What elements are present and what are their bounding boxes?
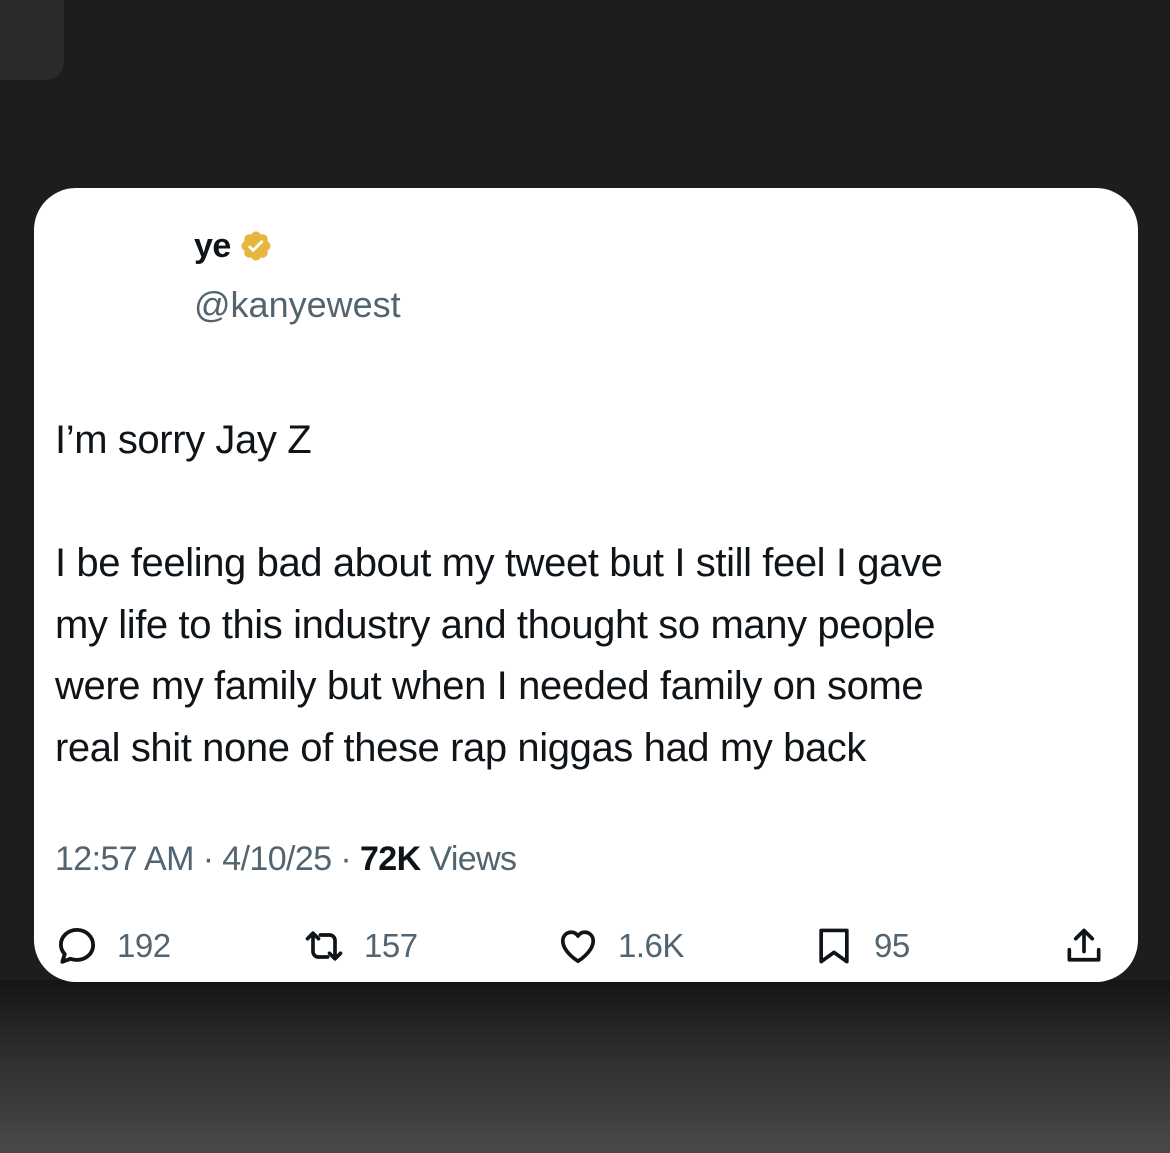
like-count: 1.6K — [618, 927, 684, 964]
share-upload-icon — [1067, 928, 1101, 962]
display-name[interactable]: ye — [194, 226, 231, 266]
tweet-action-bar: 192 157 1.6K 95 — [34, 923, 1138, 969]
bookmark-count: 95 — [874, 927, 910, 964]
like-button[interactable]: 1.6K — [556, 923, 684, 969]
meta-separator: · — [193, 840, 223, 878]
bookmark-button[interactable]: 95 — [812, 923, 910, 969]
background-gradient — [0, 980, 1170, 1153]
author-name-row: ye — [194, 226, 273, 266]
tweet-paragraph: I be feeling bad about my tweet but I st… — [55, 541, 943, 770]
tweet-date[interactable]: 4/10/25 — [222, 840, 332, 878]
tweet-time[interactable]: 12:57 AM — [55, 840, 194, 878]
share-button[interactable] — [1062, 923, 1106, 969]
reply-bubble-icon — [58, 927, 96, 964]
tweet-paragraph: I’m sorry Jay Z — [55, 418, 312, 462]
meta-separator: · — [331, 840, 360, 878]
reply-count: 192 — [117, 927, 171, 964]
tweet-card: ye @kanyewest I’m sorry Jay Z I be feeli… — [34, 188, 1138, 982]
tweet-meta: 12:57 AM · 4/10/25 · 72K Views — [55, 838, 517, 880]
verified-badge-icon — [239, 229, 273, 263]
tweet-body: I’m sorry Jay Z I be feeling bad about m… — [55, 410, 1115, 779]
repost-icon — [305, 931, 343, 961]
repost-button[interactable]: 157 — [302, 923, 418, 969]
author-handle[interactable]: @kanyewest — [194, 284, 401, 326]
reply-button[interactable]: 192 — [55, 923, 171, 969]
background-panel-corner — [0, 0, 64, 80]
bookmark-icon — [819, 928, 849, 964]
repost-count: 157 — [364, 927, 418, 964]
views-count: 72K — [359, 840, 421, 878]
heart-icon — [560, 930, 596, 964]
views-label: Views — [420, 840, 517, 878]
